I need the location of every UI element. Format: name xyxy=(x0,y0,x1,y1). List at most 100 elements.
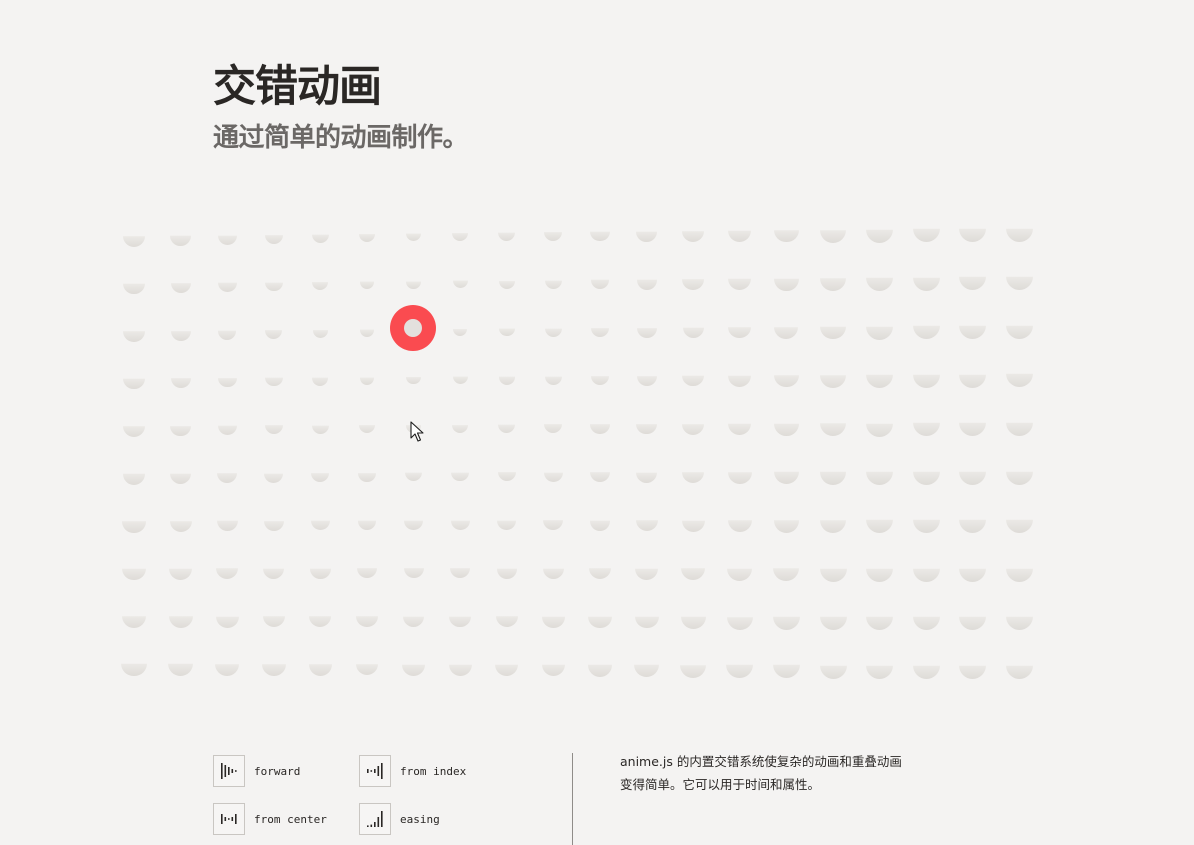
grid-dot xyxy=(590,414,610,434)
grid-dot xyxy=(495,605,518,628)
grid-dot xyxy=(543,462,563,482)
grid-dot xyxy=(498,416,516,433)
grid-dot xyxy=(358,225,376,242)
option-from-index[interactable]: from index xyxy=(359,755,466,787)
grid-dot xyxy=(542,605,565,628)
grid-dot xyxy=(636,317,657,338)
grid-dot xyxy=(451,463,469,482)
grid-dot xyxy=(1005,554,1033,582)
grid-dot xyxy=(1005,360,1033,388)
grid-dot xyxy=(452,224,469,242)
grid-dot xyxy=(590,366,610,386)
grid-dot xyxy=(773,459,799,485)
grid-dot xyxy=(123,272,145,295)
grid-dot xyxy=(959,603,987,631)
grid-dot xyxy=(216,557,239,580)
grid-dot xyxy=(866,457,894,485)
grid-dot xyxy=(959,457,987,485)
grid-dot xyxy=(772,603,800,631)
grid-dot xyxy=(311,225,329,243)
grid-dot xyxy=(264,463,284,483)
grid-dot xyxy=(912,263,940,291)
grid-dot xyxy=(265,321,283,339)
grid-dot xyxy=(820,265,846,291)
grid-dot xyxy=(773,507,800,533)
grid-dot xyxy=(866,409,894,437)
grid-dot xyxy=(123,225,145,247)
grid-dot xyxy=(543,510,564,531)
stagger-origin-dot[interactable] xyxy=(390,305,436,351)
grid-dot xyxy=(263,510,284,531)
grid-dot xyxy=(121,603,147,629)
grid-dot xyxy=(590,222,610,242)
grid-dot xyxy=(452,416,469,433)
option-easing[interactable]: easing xyxy=(359,803,440,835)
grid-dot xyxy=(728,218,752,243)
grid-dot xyxy=(453,321,468,337)
grid-dot xyxy=(358,416,376,434)
mouse-pointer-icon xyxy=(410,421,424,442)
description-text: anime.js 的内置交错系统使复杂的动画和重叠动画 变得简单。它可以用于时间… xyxy=(620,750,950,796)
grid-dot xyxy=(261,651,286,676)
grid-dot xyxy=(588,604,612,628)
grid-dot xyxy=(866,361,894,389)
grid-dot xyxy=(774,362,799,388)
grid-dot xyxy=(682,364,704,387)
option-forward[interactable]: forward xyxy=(213,755,300,787)
grid-dot xyxy=(450,511,470,530)
grid-dot xyxy=(866,603,894,631)
grid-dot xyxy=(215,604,239,628)
grid-dot xyxy=(959,360,987,388)
grid-dot xyxy=(1005,506,1033,534)
grid-dot xyxy=(359,322,375,337)
grid-dot xyxy=(262,604,285,628)
grid-dot xyxy=(402,605,425,627)
grid-dot xyxy=(498,320,515,337)
grid-dot xyxy=(819,554,847,582)
grid-dot xyxy=(497,463,516,482)
stagger-from-center-icon xyxy=(213,803,245,835)
grid-dot xyxy=(820,361,846,388)
grid-dot xyxy=(497,510,517,531)
grid-dot xyxy=(774,314,799,339)
grid-dot xyxy=(636,413,657,435)
grid-dot xyxy=(728,315,752,339)
grid-dot xyxy=(310,558,331,579)
grid-dot xyxy=(912,554,940,582)
grid-dot xyxy=(217,368,237,388)
grid-dot xyxy=(636,365,657,386)
option-easing-label: easing xyxy=(400,812,440,826)
grid-dot xyxy=(170,415,191,437)
grid-dot xyxy=(912,409,940,437)
grid-dot xyxy=(123,415,145,437)
description-line-2: 变得简单。它可以用于时间和属性。 xyxy=(620,777,821,792)
grid-dot xyxy=(959,651,987,679)
grid-dot xyxy=(544,415,563,434)
grid-dot xyxy=(168,604,193,628)
grid-dot xyxy=(123,367,145,390)
grid-dot xyxy=(635,556,659,580)
grid-dot xyxy=(959,214,987,242)
grid-dot xyxy=(590,462,610,483)
grid-dot xyxy=(1005,603,1033,631)
grid-dot xyxy=(265,369,283,387)
grid-dot xyxy=(912,651,940,679)
grid-dot xyxy=(820,410,846,437)
grid-dot xyxy=(168,651,194,677)
grid-dot xyxy=(122,509,146,533)
grid-dot xyxy=(217,225,237,245)
grid-dot xyxy=(589,509,611,531)
grid-dot xyxy=(170,462,192,484)
stagger-dot-grid[interactable] xyxy=(0,0,1194,700)
grid-dot xyxy=(312,273,329,291)
grid-dot xyxy=(495,652,519,676)
option-from-center[interactable]: from center xyxy=(213,803,327,835)
stagger-easing-icon xyxy=(359,803,391,835)
grid-dot xyxy=(169,509,192,532)
grid-dot xyxy=(217,273,237,293)
grid-dot xyxy=(959,409,987,437)
grid-dot xyxy=(819,603,847,631)
grid-dot xyxy=(634,652,660,678)
grid-dot xyxy=(312,369,329,386)
grid-dot xyxy=(309,605,332,628)
